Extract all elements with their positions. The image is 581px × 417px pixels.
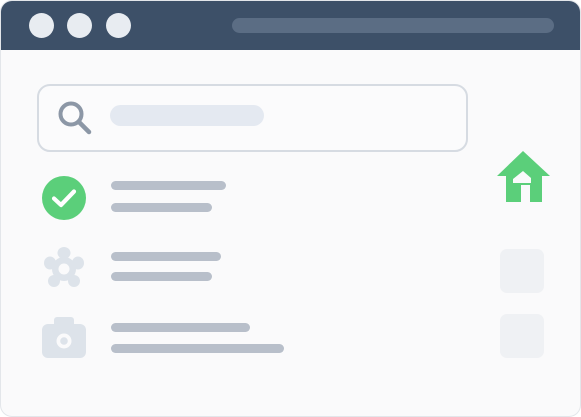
list-item-subtitle [111,344,284,353]
search-icon [58,101,92,135]
home-icon[interactable] [495,149,551,205]
list-item[interactable] [41,172,301,222]
thumbnail-placeholder[interactable] [500,314,544,358]
list-item-title [111,181,226,190]
check-circle-icon [42,176,86,220]
search-input[interactable] [37,84,468,152]
app-window [0,0,581,417]
maximize-button[interactable] [106,13,131,38]
title-bar [1,1,580,50]
list-item-subtitle [111,272,212,281]
camera-icon [42,317,86,358]
gear-icon [44,247,84,287]
thumbnail-placeholder[interactable] [500,249,544,293]
list-item[interactable] [41,311,301,361]
list-item-title [111,323,250,332]
list-item[interactable] [41,241,301,291]
address-bar[interactable] [232,18,554,33]
search-placeholder [110,105,264,126]
list-item-title [111,252,221,261]
minimize-button[interactable] [67,13,92,38]
list-item-subtitle [111,203,212,212]
close-button[interactable] [29,13,54,38]
